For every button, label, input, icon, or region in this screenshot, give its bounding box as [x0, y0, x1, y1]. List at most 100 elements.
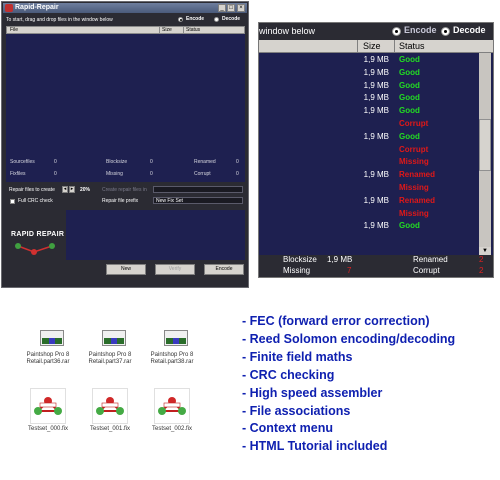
zoom-instruction-text: window below [259, 26, 316, 36]
row-status: Good [399, 131, 420, 141]
stats-panel: Sourcefiles 0 Fixfiles 0 Blocksize 0 Mis… [6, 154, 245, 182]
zoom-top-strip: window below Encode Decode [259, 23, 493, 40]
file-name: Paintshop Pro 8 Retail.part38.rar [150, 352, 194, 365]
fixfiles-value: 0 [54, 171, 57, 177]
column-file[interactable]: File [10, 27, 18, 33]
row-status: Corrupt [399, 119, 429, 128]
feature-item: - FEC (forward error correction) [242, 314, 430, 328]
rar-archive-icon [94, 330, 128, 350]
zoom-missing-label: Missing [283, 266, 311, 275]
feature-item: - CRC checking [242, 367, 335, 382]
zoomed-window: window below Encode Decode Size Status 1… [258, 22, 494, 278]
prefix-label: Repair file prefix [102, 198, 139, 204]
fix-file-icon [92, 388, 128, 424]
missing-label: Missing [106, 171, 123, 177]
repair-percent-value: 20% [80, 187, 91, 193]
full-crc-checkbox[interactable] [10, 199, 15, 204]
corrupt-value: 0 [236, 171, 239, 177]
row-size: 1,9 MB [363, 195, 389, 205]
row-status: Good [399, 80, 420, 90]
logo-text: RAPID REPAIR [11, 231, 65, 238]
rar-archive-icon [32, 330, 66, 350]
row-size: 1,9 MB [363, 221, 389, 231]
row-size: 1,9 MB [363, 80, 389, 90]
file-list[interactable] [6, 34, 245, 154]
renamed-value: 0 [236, 159, 239, 165]
scroll-down-icon[interactable]: ▼ [479, 247, 491, 255]
file-name: Testset_002.fix [151, 426, 193, 432]
row-status: Renamed [399, 195, 436, 205]
zoom-corrupt-value: 2 [479, 266, 484, 275]
feature-item: - File associations [242, 403, 351, 418]
rar-archive-icon [156, 330, 190, 350]
repair-files-label: Repair files to create [9, 187, 55, 193]
options-panel: Repair files to create ◂ ▸ 20% Create re… [6, 182, 245, 210]
row-size: 1,9 MB [363, 67, 389, 77]
row-status: Missing [399, 157, 429, 167]
increase-percent-button[interactable]: ▸ [69, 186, 75, 193]
logo-panel: RAPID REPAIR [6, 210, 66, 260]
zoom-encode-label: Encode [404, 25, 437, 35]
row-status: Missing [399, 208, 429, 218]
fixfiles-label: Fixfiles [10, 171, 26, 177]
sourcefiles-value: 0 [54, 159, 57, 165]
zoom-encode-radio[interactable] [392, 27, 401, 36]
prefix-value: New Fix Set [156, 198, 183, 204]
zoom-renamed-value: 2 [479, 255, 484, 264]
prefix-field[interactable]: New Fix Set [153, 197, 243, 204]
title-bar[interactable]: Rapid-Repair _ □ × [3, 3, 247, 13]
zoom-blocksize-label: Blocksize [283, 255, 317, 264]
zoom-renamed-label: Renamed [413, 255, 448, 264]
encode-radio-label: Encode [186, 16, 205, 22]
app-icon [5, 4, 13, 12]
maximize-button[interactable]: □ [227, 4, 235, 12]
file-name: Paintshop Pro 8 Retail.part37.rar [88, 352, 132, 365]
blocksize-value: 0 [150, 159, 153, 165]
log-panel [66, 210, 245, 260]
decode-radio-label: Decode [222, 16, 241, 22]
zoom-column-size[interactable]: Size [363, 41, 381, 51]
feature-item: - HTML Tutorial included [242, 439, 388, 454]
file-name: Paintshop Pro 8 Retail.part36.rar [26, 352, 70, 365]
verify-button[interactable]: Verify [155, 264, 195, 275]
rapid-repair-window: Rapid-Repair _ □ × To start, drag and dr… [1, 1, 249, 288]
blocksize-label: Blocksize [106, 159, 128, 165]
zoom-list-header: Size Status [259, 40, 493, 53]
create-repair-label: Create repair files in [102, 187, 147, 193]
new-button[interactable]: New [106, 264, 146, 275]
row-status: Missing [399, 183, 429, 192]
row-size: 1,9 MB [363, 106, 389, 116]
file-name: Testset_001.fix [89, 426, 131, 432]
row-status: Corrupt [399, 144, 429, 154]
minimize-button[interactable]: _ [218, 4, 226, 12]
file-name: Testset_000.fix [27, 426, 69, 432]
encode-button[interactable]: Encode [204, 264, 244, 275]
zoom-scroll-thumb[interactable] [479, 119, 491, 171]
row-size: 1,9 MB [363, 131, 389, 141]
zoom-missing-value: 7 [347, 266, 352, 275]
row-status: Good [399, 221, 420, 231]
zoom-decode-radio[interactable] [441, 27, 450, 36]
close-button[interactable]: × [237, 4, 245, 12]
decrease-percent-button[interactable]: ◂ [62, 186, 68, 193]
zoom-decode-label: Decode [453, 25, 486, 35]
file-list-header: File Size Status [6, 26, 245, 34]
corrupt-label: Corrupt [194, 171, 211, 177]
missing-value: 0 [150, 171, 153, 177]
renamed-label: Renamed [194, 159, 216, 165]
zoom-column-status[interactable]: Status [399, 41, 425, 51]
row-status: Good [399, 67, 420, 77]
encode-radio[interactable] [178, 17, 183, 22]
feature-item: - Context menu [242, 421, 333, 436]
column-status[interactable]: Status [186, 27, 200, 33]
row-status: Good [399, 55, 420, 64]
column-size[interactable]: Size [162, 27, 172, 33]
fix-file-icon [154, 388, 190, 424]
zoom-blocksize-value: 1,9 MB [327, 255, 353, 264]
row-status: Renamed [399, 170, 436, 180]
feature-item: - High speed assembler [242, 385, 383, 400]
full-crc-label: Full CRC check [18, 198, 53, 204]
repair-folder-field[interactable] [153, 186, 243, 193]
row-size: 1,9 MB [363, 55, 389, 64]
decode-radio[interactable] [214, 17, 219, 22]
